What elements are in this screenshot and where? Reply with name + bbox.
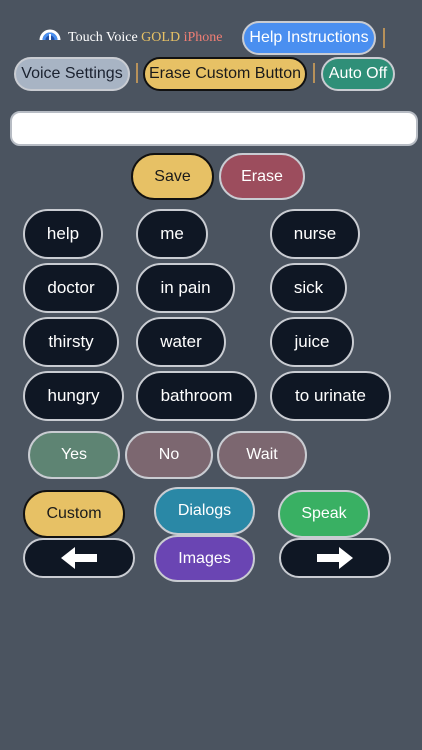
word-button-juice[interactable]: juice (270, 317, 354, 367)
app-edition: GOLD (141, 30, 181, 45)
arrow-left-icon (59, 545, 99, 571)
erase-custom-button[interactable]: Erase Custom Button (143, 57, 307, 91)
separator (383, 28, 385, 48)
word-button-sick[interactable]: sick (270, 263, 347, 313)
word-button-thirsty[interactable]: thirsty (23, 317, 119, 367)
word-button-bathroom[interactable]: bathroom (136, 371, 257, 421)
word-button-me[interactable]: me (136, 209, 208, 259)
images-button[interactable]: Images (154, 535, 255, 582)
app-logo-icon (38, 20, 62, 44)
word-button-to-urinate[interactable]: to urinate (270, 371, 391, 421)
next-button[interactable] (279, 538, 391, 578)
phrase-input[interactable] (10, 111, 418, 146)
voice-settings-button[interactable]: Voice Settings (14, 57, 130, 91)
word-button-doctor[interactable]: doctor (23, 263, 119, 313)
dialogs-button[interactable]: Dialogs (154, 487, 255, 535)
speak-button[interactable]: Speak (278, 490, 370, 538)
help-instructions-button[interactable]: Help Instructions (242, 21, 376, 55)
separator (136, 63, 138, 83)
custom-button[interactable]: Custom (23, 490, 125, 538)
previous-button[interactable] (23, 538, 135, 578)
app-name: Touch Voice (68, 30, 138, 45)
wait-button[interactable]: Wait (217, 431, 307, 479)
word-button-help[interactable]: help (23, 209, 103, 259)
save-button[interactable]: Save (131, 153, 214, 200)
word-button-water[interactable]: water (136, 317, 226, 367)
no-button[interactable]: No (125, 431, 213, 479)
auto-off-button[interactable]: Auto Off (321, 57, 395, 91)
word-button-hungry[interactable]: hungry (23, 371, 124, 421)
yes-button[interactable]: Yes (28, 431, 120, 479)
app-title: Touch Voice GOLD iPhone (68, 30, 222, 46)
word-button-in-pain[interactable]: in pain (136, 263, 235, 313)
word-button-nurse[interactable]: nurse (270, 209, 360, 259)
erase-button[interactable]: Erase (219, 153, 305, 200)
separator (313, 63, 315, 83)
app-platform: iPhone (183, 30, 223, 45)
arrow-right-icon (315, 545, 355, 571)
